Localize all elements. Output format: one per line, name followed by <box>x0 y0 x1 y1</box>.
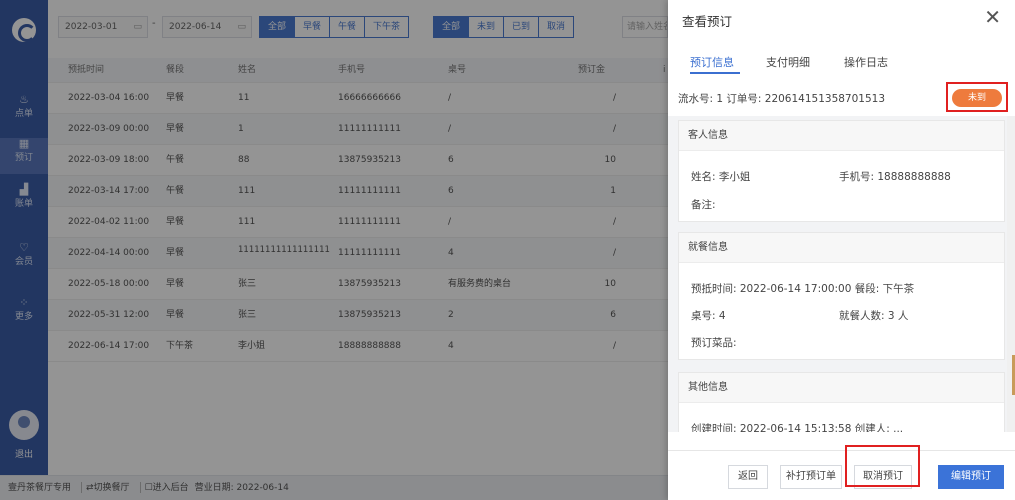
highlight-box-cancel <box>845 445 920 487</box>
section-title: 其他信息 <box>679 373 1004 403</box>
detail-scroll-area[interactable]: 客人信息 姓名: 李小姐 手机号: 18888888888 备注: 就餐信息 预… <box>668 116 1007 432</box>
section-title: 就餐信息 <box>679 233 1004 263</box>
order-number: 流水号: 1 订单号: 220614151358701513 <box>678 93 886 105</box>
drawer-tabs: 预订信息 支付明细 操作日志 <box>678 50 998 76</box>
tab-reservation-info[interactable]: 预订信息 <box>690 54 734 70</box>
table-number: 桌号: 4 <box>691 310 726 322</box>
guest-info-card: 客人信息 姓名: 李小姐 手机号: 18888888888 备注: <box>678 120 1005 222</box>
guest-note: 备注: <box>691 199 716 211</box>
guest-phone: 手机号: 18888888888 <box>839 171 951 183</box>
drawer-title: 查看预订 <box>682 14 733 29</box>
arrival-time: 预抵时间: 2022-06-14 17:00:00 餐段: 下午茶 <box>691 283 915 295</box>
back-button[interactable]: 返回 <box>728 465 768 489</box>
reservation-detail-drawer: 查看预订 ✕ 预订信息 支付明细 操作日志 流水号: 1 订单号: 220614… <box>668 0 1015 500</box>
modal-overlay[interactable] <box>0 0 668 500</box>
other-info-card: 其他信息 创建时间: 2022-06-14 15:13:58 创建人: ... <box>678 372 1005 432</box>
diner-count: 就餐人数: 3 人 <box>839 310 909 322</box>
reprint-button[interactable]: 补打预订单 <box>780 465 842 489</box>
guest-name: 姓名: 李小姐 <box>691 171 751 183</box>
section-title: 客人信息 <box>679 121 1004 151</box>
highlight-box-status <box>946 82 1008 112</box>
active-tab-indicator <box>690 72 740 74</box>
reserved-dishes: 预订菜品: <box>691 337 737 349</box>
tab-operation-log[interactable]: 操作日志 <box>844 54 888 70</box>
drawer-footer: 返回 补打预订单 取消预订 编辑预订 <box>668 445 1015 500</box>
close-icon[interactable]: ✕ <box>984 5 1001 29</box>
edit-reservation-button[interactable]: 编辑预订 <box>938 465 1004 489</box>
dining-info-card: 就餐信息 预抵时间: 2022-06-14 17:00:00 餐段: 下午茶 桌… <box>678 232 1005 360</box>
tab-payment-detail[interactable]: 支付明细 <box>766 54 810 70</box>
created-info: 创建时间: 2022-06-14 15:13:58 创建人: ... <box>691 423 904 432</box>
